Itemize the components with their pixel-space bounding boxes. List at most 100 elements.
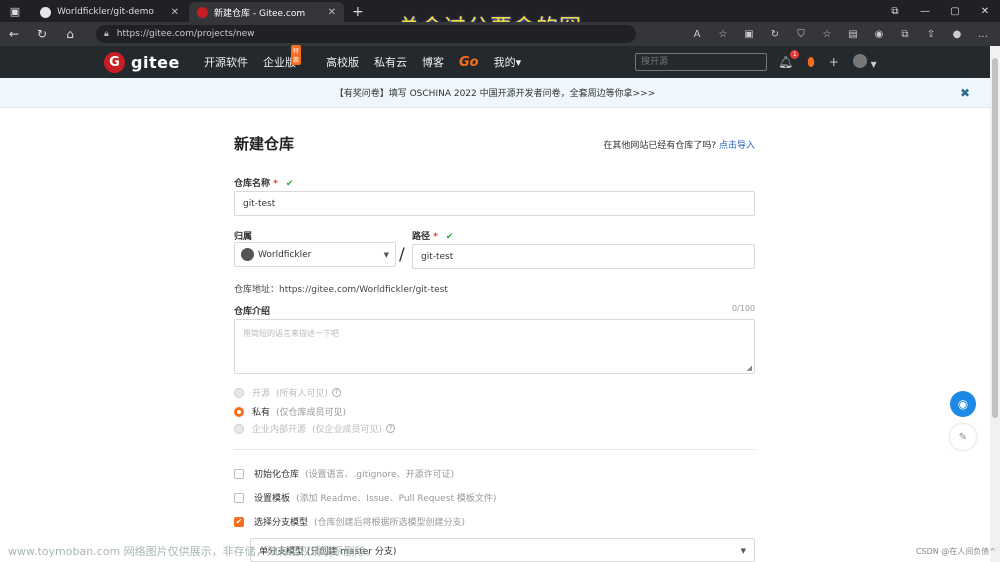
- checkbox-hint: (添加 Readme、Issue、Pull Request 模板文件): [296, 494, 497, 504]
- notification-count: 1: [790, 50, 800, 59]
- search-input[interactable]: [635, 53, 767, 71]
- checkbox-checked-icon: ✔: [234, 516, 244, 527]
- radio-hint: (仅仓库成员可见): [276, 408, 347, 418]
- lock-icon: 🔒︎: [104, 29, 109, 39]
- radio-hint: (仅企业成员可见): [312, 425, 383, 435]
- assistant-chat-icon[interactable]: ◉: [950, 391, 976, 417]
- help-icon[interactable]: ?: [386, 424, 396, 433]
- menu-go[interactable]: Go: [459, 55, 479, 70]
- checkbox-icon: [234, 468, 244, 479]
- branch-model-checkbox[interactable]: ✔ 选择分支模型 (仓库创建后将根据所选模型创建分支): [234, 515, 465, 528]
- refresh-extension-icon[interactable]: ↻: [762, 29, 788, 40]
- visibility-private-radio[interactable]: 私有 (仅仓库成员可见): [234, 405, 346, 418]
- gitee-logo-icon: G: [104, 52, 125, 73]
- watermark-left: www.toymoban.com 网络图片仅供展示，非存储，如有侵权请联系删除。: [8, 545, 377, 558]
- close-icon[interactable]: ✕: [328, 7, 336, 18]
- window-controls: ⧉ — ▢ ✕: [880, 0, 1000, 22]
- collections-icon[interactable]: ▤: [840, 29, 866, 40]
- user-avatar-icon[interactable]: ●: [944, 29, 970, 40]
- back-icon[interactable]: ←: [0, 22, 28, 46]
- repo-name-label-text: 仓库名称: [234, 179, 271, 189]
- caret-down-icon: ▼: [740, 547, 746, 555]
- promo-badge: 特惠: [291, 45, 302, 65]
- maximize-icon[interactable]: ▢: [940, 0, 970, 22]
- notification-bell-icon[interactable]: 🔔︎ 1: [778, 50, 800, 69]
- menu-open-source[interactable]: 开源软件: [204, 54, 248, 70]
- shield-icon[interactable]: ⛉: [788, 29, 814, 40]
- help-icon[interactable]: ?: [332, 388, 342, 397]
- menu-mine[interactable]: 我的▾: [494, 54, 522, 70]
- menu-blog[interactable]: 博客: [422, 54, 444, 70]
- tab-actions-icon[interactable]: ▣: [0, 0, 30, 22]
- close-icon[interactable]: ✖: [960, 86, 978, 100]
- caret-down-icon: ▼: [383, 251, 389, 259]
- home-icon[interactable]: ⌂: [56, 22, 84, 46]
- header-actions: 🔔︎ 1 ⬮ + ▾: [778, 46, 877, 78]
- address-bar[interactable]: 🔒︎ https://gitee.com/projects/new: [96, 25, 636, 43]
- scrollbar-thumb[interactable]: [992, 58, 998, 418]
- copy-icon[interactable]: ⧉: [892, 29, 918, 40]
- profile-icon[interactable]: ⧉: [880, 0, 910, 22]
- owner-select[interactable]: Worldfickler ▼: [234, 242, 396, 267]
- browser-tab-new-repo[interactable]: 新建仓库 - Gitee.com ✕: [189, 2, 344, 22]
- minimize-icon[interactable]: —: [910, 0, 940, 22]
- feedback-edit-icon[interactable]: ✎: [950, 424, 976, 450]
- path-label-text: 路径: [412, 232, 431, 242]
- init-repo-checkbox[interactable]: 初始化仓库 (设置语言、.gitignore、开源许可证): [234, 467, 454, 480]
- gitee-logo[interactable]: G gitee: [104, 52, 180, 73]
- checkbox-label: 选择分支模型: [254, 518, 309, 528]
- location-pin-icon[interactable]: ⬮: [807, 55, 815, 70]
- more-icon[interactable]: …: [970, 29, 996, 40]
- read-aloud-icon[interactable]: A: [684, 29, 710, 40]
- description-label: 仓库介绍: [234, 307, 271, 317]
- path-separator: /: [399, 245, 405, 265]
- github-icon: [40, 6, 51, 18]
- site-header: G gitee 开源软件 企业版特惠 高校版 私有云 博客 Go 我的▾ 🔔︎1…: [0, 45, 990, 78]
- tab-title: 新建仓库 - Gitee.com: [214, 8, 306, 19]
- import-link[interactable]: 点击导入: [719, 141, 755, 151]
- radio-label: 企业内部开源: [252, 425, 307, 435]
- owner-value: Worldfickler: [258, 249, 312, 260]
- radio-icon: [234, 423, 244, 434]
- user-avatar[interactable]: ▾: [852, 53, 877, 71]
- profile-alt-icon[interactable]: ◉: [866, 29, 892, 40]
- menu-enterprise[interactable]: 企业版 特惠: [263, 45, 311, 70]
- description-placeholder: 用简短的语言来描述一下吧: [243, 329, 339, 338]
- menu-education[interactable]: 高校版: [326, 54, 359, 70]
- visibility-internal-radio[interactable]: 企业内部开源 (仅企业成员可见) ?: [234, 422, 396, 435]
- repo-name-input[interactable]: git-test: [234, 191, 755, 216]
- radio-icon: [234, 387, 244, 398]
- extension-icon[interactable]: ▣: [736, 29, 762, 40]
- description-textarea[interactable]: 用简短的语言来描述一下吧 ◢: [234, 319, 755, 374]
- favorites-icon[interactable]: ☆: [814, 29, 840, 40]
- gitee-logo-text: gitee: [131, 53, 180, 72]
- checkbox-hint: (仓库创建后将根据所选模型创建分支): [314, 518, 466, 528]
- checkbox-hint: (设置语言、.gitignore、开源许可证): [305, 470, 455, 480]
- favorite-star-icon[interactable]: ☆: [710, 29, 736, 40]
- owner-label: 归属: [234, 232, 253, 242]
- section-divider: [234, 449, 755, 450]
- notice-text[interactable]: 【有奖问卷】填写 OSCHINA 2022 中国开源开发者问卷，全套周边等你拿>…: [335, 86, 656, 99]
- plus-icon[interactable]: +: [829, 55, 839, 69]
- close-window-icon[interactable]: ✕: [970, 0, 1000, 22]
- import-prompt: 在其他网站已经有仓库了吗? 点击导入: [603, 138, 755, 151]
- checkbox-label: 设置模板: [254, 494, 291, 504]
- radio-label: 开源: [252, 389, 271, 399]
- radio-label: 私有: [252, 408, 271, 418]
- resize-handle-icon[interactable]: ◢: [747, 364, 752, 372]
- owner-avatar: [241, 248, 254, 261]
- repo-path-input[interactable]: git-test: [412, 244, 755, 269]
- visibility-public-radio[interactable]: 开源 (所有人可见) ?: [234, 386, 342, 399]
- page-scrollbar[interactable]: [990, 46, 1000, 562]
- browser-tab-git-demo[interactable]: Worldfickler/git-demo ✕: [32, 2, 187, 22]
- share-icon[interactable]: ⇪: [918, 29, 944, 40]
- browser-extension-icons: A ☆ ▣ ↻ ⛉ ☆ ▤ ◉ ⧉ ⇪ ● …: [684, 22, 996, 46]
- new-tab-icon[interactable]: +: [352, 2, 364, 22]
- menu-private-cloud[interactable]: 私有云: [374, 54, 407, 70]
- survey-notice-banner[interactable]: 【有奖问卷】填写 OSCHINA 2022 中国开源开发者问卷，全套周边等你拿>…: [0, 78, 990, 108]
- close-icon[interactable]: ✕: [171, 7, 179, 18]
- refresh-icon[interactable]: ↻: [28, 22, 56, 46]
- set-template-checkbox[interactable]: 设置模板 (添加 Readme、Issue、Pull Request 模板文件): [234, 491, 496, 504]
- main-menu: 开源软件 企业版 特惠 高校版 私有云 博客 Go 我的▾: [204, 45, 536, 78]
- gitee-favicon-icon: [197, 6, 208, 18]
